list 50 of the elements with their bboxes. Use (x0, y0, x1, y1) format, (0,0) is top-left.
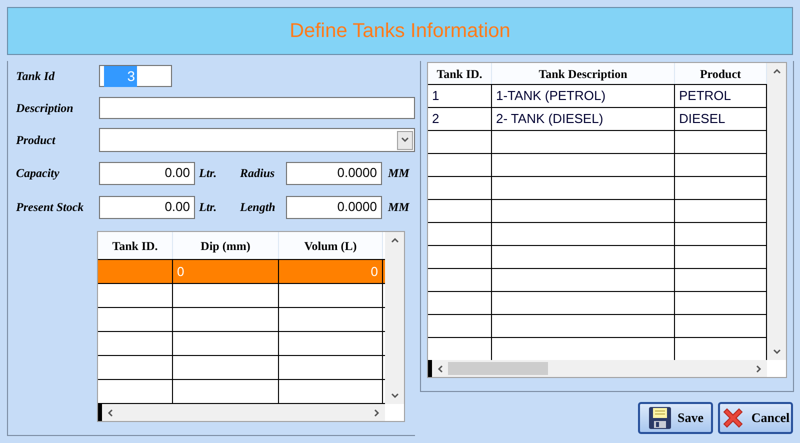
scrollbar-thumb[interactable] (448, 362, 548, 375)
table-cell: 0 (173, 260, 279, 283)
scroll-right-icon[interactable] (373, 408, 381, 418)
unit-label: MM (386, 199, 410, 216)
scroll-left-icon[interactable] (106, 408, 114, 418)
scroll-up-icon[interactable] (390, 236, 400, 244)
number-field[interactable]: 0.0000 (286, 162, 382, 184)
vertical-scrollbar[interactable] (385, 232, 404, 404)
table-cell: 2- TANK (DIESEL) (492, 108, 675, 130)
field-label: Description (16, 100, 74, 117)
field-label: Capacity (16, 165, 60, 182)
close-icon (721, 406, 746, 430)
table-cell: 0 (279, 260, 383, 283)
table-cell: 2 (428, 108, 492, 130)
scroll-down-icon[interactable] (772, 348, 782, 356)
save-button[interactable]: Save (638, 402, 713, 434)
column-header[interactable]: Volum (L) (279, 232, 383, 259)
column-header[interactable]: Tank Description (492, 63, 675, 84)
field-label: Tank Id (16, 68, 56, 85)
number-field[interactable]: 0.0000 (286, 196, 382, 218)
dropdown-field[interactable] (99, 128, 415, 152)
table-row[interactable]: 1 1-TANK (PETROL) PETROL (428, 85, 767, 108)
horizontal-scrollbar[interactable] (428, 360, 767, 377)
column-header[interactable]: Dip (mm) (173, 232, 279, 259)
unit-label: Ltr. (198, 165, 218, 182)
scroll-up-icon[interactable] (772, 67, 782, 75)
column-header[interactable]: Tank ID. (428, 63, 492, 84)
field-label: Length (240, 199, 276, 216)
table-cell: 1 (428, 85, 492, 107)
vertical-scrollbar[interactable] (767, 63, 786, 360)
scroll-right-icon[interactable] (755, 364, 763, 374)
field-value: 3 (104, 66, 137, 86)
unit-label: MM (386, 165, 410, 182)
table-row[interactable]: 2 2- TANK (DIESEL) DIESEL (428, 108, 767, 131)
scroll-down-icon[interactable] (390, 392, 400, 400)
scroll-left-icon[interactable] (436, 364, 444, 374)
window-title: Define Tanks Information (290, 19, 510, 44)
scroll-down-icon[interactable] (400, 136, 410, 144)
unit-label: Ltr. (198, 199, 218, 216)
field-label: Present Stock (16, 199, 85, 216)
number-field[interactable]: 0.00 (99, 162, 195, 184)
number-field[interactable]: 0.00 (99, 196, 195, 218)
horizontal-scrollbar[interactable] (98, 404, 385, 421)
text-field[interactable] (99, 97, 415, 119)
column-header[interactable]: Tank ID. (98, 232, 173, 259)
field-label: Product (16, 132, 57, 149)
column-header[interactable]: Product (675, 63, 767, 84)
field-label: Radius (240, 165, 276, 182)
table-cell: 1-TANK (PETROL) (492, 85, 675, 107)
cancel-button[interactable]: Cancel (718, 402, 793, 434)
